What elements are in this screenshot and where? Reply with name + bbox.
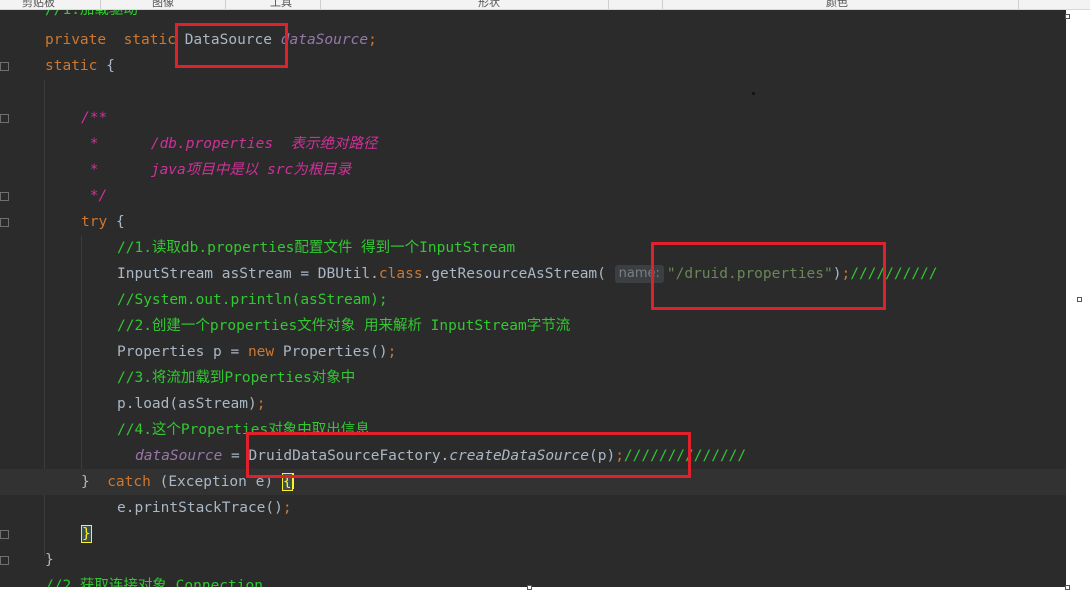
matched-brace: }: [81, 525, 92, 543]
resize-handle[interactable]: [527, 585, 532, 590]
code-line: //2.创建一个properties文件对象 用来解析 InputStream字…: [117, 318, 571, 334]
ribbon-group-tools[interactable]: 工具: [270, 0, 292, 9]
code-line: //1.加载驱动: [45, 10, 138, 18]
annotation-box-datasource: [175, 23, 288, 68]
resize-handle[interactable]: [1077, 297, 1082, 302]
stray-dot: [752, 92, 755, 95]
code-line: static {: [45, 58, 115, 74]
code-line: //System.out.println(asStream);: [117, 292, 388, 308]
code-line: }: [81, 521, 92, 547]
paint-ribbon: 剪贴板 图像 工具 形状 颜色: [0, 0, 1090, 10]
resize-handle[interactable]: [1065, 585, 1070, 590]
code-line: e.printStackTrace();: [117, 500, 292, 516]
code-line: }: [45, 552, 54, 568]
code-line: * /db.properties 表示绝对路径: [81, 136, 378, 152]
code-line: Properties p = new Properties();: [117, 344, 397, 360]
code-area: //1.加载驱动 private static DataSource dataS…: [0, 10, 1066, 587]
code-line: */: [81, 188, 108, 204]
code-line: //3.将流加载到Properties对象中: [117, 370, 356, 386]
annotation-box-create-datasource: [246, 432, 691, 478]
ribbon-group-shapes[interactable]: 形状: [478, 0, 500, 9]
ribbon-group-image[interactable]: 图像: [152, 0, 174, 9]
code-line: //2.获取连接对象 Connection: [45, 578, 263, 587]
resize-handle[interactable]: [1065, 14, 1070, 19]
ribbon-group-clipboard[interactable]: 剪贴板: [22, 0, 55, 9]
code-line: p.load(asStream);: [117, 396, 266, 412]
code-line: * java项目中是以 src为根目录: [81, 162, 352, 178]
ribbon-group-colors[interactable]: 颜色: [826, 0, 848, 9]
code-line: try {: [81, 214, 125, 230]
code-editor[interactable]: //1.加载驱动 private static DataSource dataS…: [0, 10, 1066, 587]
code-line: /**: [81, 110, 108, 126]
code-line: //1.读取db.properties配置文件 得到一个InputStream: [117, 240, 516, 256]
annotation-box-druid-properties: [651, 242, 886, 310]
